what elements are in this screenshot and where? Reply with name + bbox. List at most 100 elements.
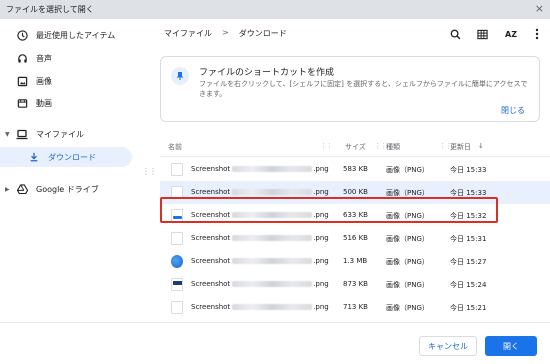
table-row[interactable]: Screenshot .png 500 KB 画像（PNG） 今日 15:33 xyxy=(160,181,550,204)
redacted-text xyxy=(232,281,313,287)
file-size: 713 KB xyxy=(343,303,368,311)
file-type: 画像（PNG） xyxy=(386,189,429,197)
redacted-text xyxy=(232,212,313,218)
file-picker-dialog: 最近使用したアイテム 音声 画像 動画 ▼ マイファイル ダウンロード ▶ Go… xyxy=(0,19,550,364)
clock-icon xyxy=(16,29,28,41)
sidebar-item-label: 音声 xyxy=(36,53,52,63)
banner-title: ファイルのショートカットを作成 xyxy=(199,68,335,78)
file-modified: 今日 15:33 xyxy=(450,166,487,174)
redacted-text xyxy=(232,258,313,264)
breadcrumb-root[interactable]: マイファイル xyxy=(164,28,212,39)
column-header-name[interactable]: 名前 xyxy=(168,142,182,152)
file-type: 画像（PNG） xyxy=(386,304,429,312)
sidebar-item-audio[interactable]: 音声 xyxy=(0,48,132,68)
sidebar-item-label: 最近使用したアイテム xyxy=(36,30,116,40)
file-name-prefix: Screenshot xyxy=(191,280,231,288)
caret-down-icon[interactable]: ▼ xyxy=(5,131,10,138)
sort-descending-icon: ↓ xyxy=(478,142,484,150)
file-thumbnail-icon xyxy=(171,255,183,268)
file-thumbnail-icon xyxy=(171,163,183,176)
title-bar: ファイルを選択して開く × xyxy=(0,0,550,19)
headphones-icon xyxy=(16,52,28,64)
file-name: Screenshot .png xyxy=(191,257,329,265)
file-name-ext: .png xyxy=(313,280,329,288)
sidebar-item-images[interactable]: 画像 xyxy=(0,71,132,91)
banner-close-button[interactable]: 閉じる xyxy=(501,105,525,116)
shelf-pin-icon xyxy=(171,67,189,85)
file-size: 633 KB xyxy=(343,211,368,219)
open-button[interactable]: 開く xyxy=(485,336,537,356)
file-name-prefix: Screenshot xyxy=(191,165,231,173)
table-row[interactable]: Screenshot .png 713 KB 画像（PNG） 今日 15:21 xyxy=(160,296,550,319)
file-size: 1.3 MB xyxy=(343,257,368,265)
redacted-text xyxy=(232,189,313,195)
laptop-icon xyxy=(16,128,28,140)
sidebar-item-google-drive[interactable]: ▶ Google ドライブ xyxy=(0,179,132,199)
file-name: Screenshot .png xyxy=(191,188,329,196)
file-type: 画像（PNG） xyxy=(386,212,429,220)
file-thumbnail-icon xyxy=(171,278,183,291)
close-icon[interactable]: × xyxy=(535,2,544,16)
column-header-size[interactable]: サイズ xyxy=(345,142,366,152)
grid-view-icon[interactable] xyxy=(475,27,489,41)
image-icon xyxy=(16,75,28,87)
sidebar-item-my-files[interactable]: ▼ マイファイル xyxy=(0,124,132,144)
file-type: 画像（PNG） xyxy=(386,166,429,174)
sidebar-item-label: Google ドライブ xyxy=(36,184,99,194)
file-name-prefix: Screenshot xyxy=(191,303,231,311)
file-name-ext: .png xyxy=(313,234,329,242)
table-row[interactable]: Screenshot .png 633 KB 画像（PNG） 今日 15:32 xyxy=(160,204,550,227)
breadcrumb: マイファイル > ダウンロード xyxy=(164,28,287,39)
table-row[interactable]: Screenshot .png 873 KB 画像（PNG） 今日 15:24 xyxy=(160,273,550,296)
caret-right-icon[interactable]: ▶ xyxy=(5,186,10,193)
video-icon xyxy=(16,97,28,109)
sidebar: 最近使用したアイテム 音声 画像 動画 ▼ マイファイル ダウンロード ▶ Go… xyxy=(0,19,157,322)
cancel-button[interactable]: キャンセル xyxy=(419,336,477,356)
column-resize-handle[interactable]: ⋮⋮ xyxy=(320,142,333,150)
file-modified: 今日 15:33 xyxy=(450,189,487,197)
shortcut-banner: ファイルのショートカットを作成 ファイルを右クリックして、[シェルフに固定] を… xyxy=(160,56,540,122)
sidebar-item-label: 動画 xyxy=(36,98,52,108)
file-name-prefix: Screenshot xyxy=(191,257,231,265)
sort-button[interactable]: AZ xyxy=(502,27,520,41)
column-header-modified[interactable]: 更新日 xyxy=(450,142,471,152)
file-type: 画像（PNG） xyxy=(386,258,429,266)
window-title: ファイルを選択して開く xyxy=(6,5,94,14)
file-size: 500 KB xyxy=(343,188,368,196)
file-modified: 今日 15:32 xyxy=(450,212,487,220)
search-icon[interactable] xyxy=(448,27,462,41)
file-name: Screenshot .png xyxy=(191,165,329,173)
file-name-prefix: Screenshot xyxy=(191,188,231,196)
sidebar-item-label: マイファイル xyxy=(36,129,84,139)
redacted-text xyxy=(232,235,313,241)
sidebar-item-label: ダウンロード xyxy=(48,152,96,162)
file-thumbnail-icon xyxy=(171,209,183,222)
banner-description: ファイルを右クリックして、[シェルフに固定] を選択すると、シェルフからファイル… xyxy=(199,80,528,98)
file-size: 583 KB xyxy=(343,165,368,173)
file-thumbnail-icon xyxy=(171,186,183,199)
drive-icon xyxy=(16,183,28,195)
file-thumbnail-icon xyxy=(171,232,183,245)
dialog-footer: キャンセル 開く xyxy=(0,322,550,364)
sidebar-item-label: 画像 xyxy=(36,76,52,86)
column-header-type[interactable]: 種類 xyxy=(386,142,400,152)
file-modified: 今日 15:31 xyxy=(450,235,487,243)
sidebar-item-downloads[interactable]: ダウンロード xyxy=(0,147,132,167)
file-name-ext: .png xyxy=(313,303,329,311)
column-resize-handle[interactable]: ⋮⋮ xyxy=(374,142,387,150)
table-row[interactable]: Screenshot .png 583 KB 画像（PNG） 今日 15:33 xyxy=(160,158,550,181)
file-thumbnail-icon xyxy=(171,301,183,314)
sidebar-item-videos[interactable]: 動画 xyxy=(0,93,132,113)
breadcrumb-separator: > xyxy=(222,28,229,37)
table-row[interactable]: Screenshot .png 1.3 MB 画像（PNG） 今日 15:27 xyxy=(160,250,550,273)
file-size: 516 KB xyxy=(343,234,368,242)
download-icon xyxy=(28,151,40,163)
file-modified: 今日 15:21 xyxy=(450,304,487,312)
table-row[interactable]: Screenshot .png 516 KB 画像（PNG） 今日 15:31 xyxy=(160,227,550,250)
more-vert-icon[interactable] xyxy=(530,27,544,41)
breadcrumb-current: ダウンロード xyxy=(238,29,287,38)
file-type: 画像（PNG） xyxy=(386,281,429,289)
file-modified: 今日 15:24 xyxy=(450,281,487,289)
file-name: Screenshot .png xyxy=(191,280,329,288)
sidebar-item-recent[interactable]: 最近使用したアイテム xyxy=(0,25,132,45)
